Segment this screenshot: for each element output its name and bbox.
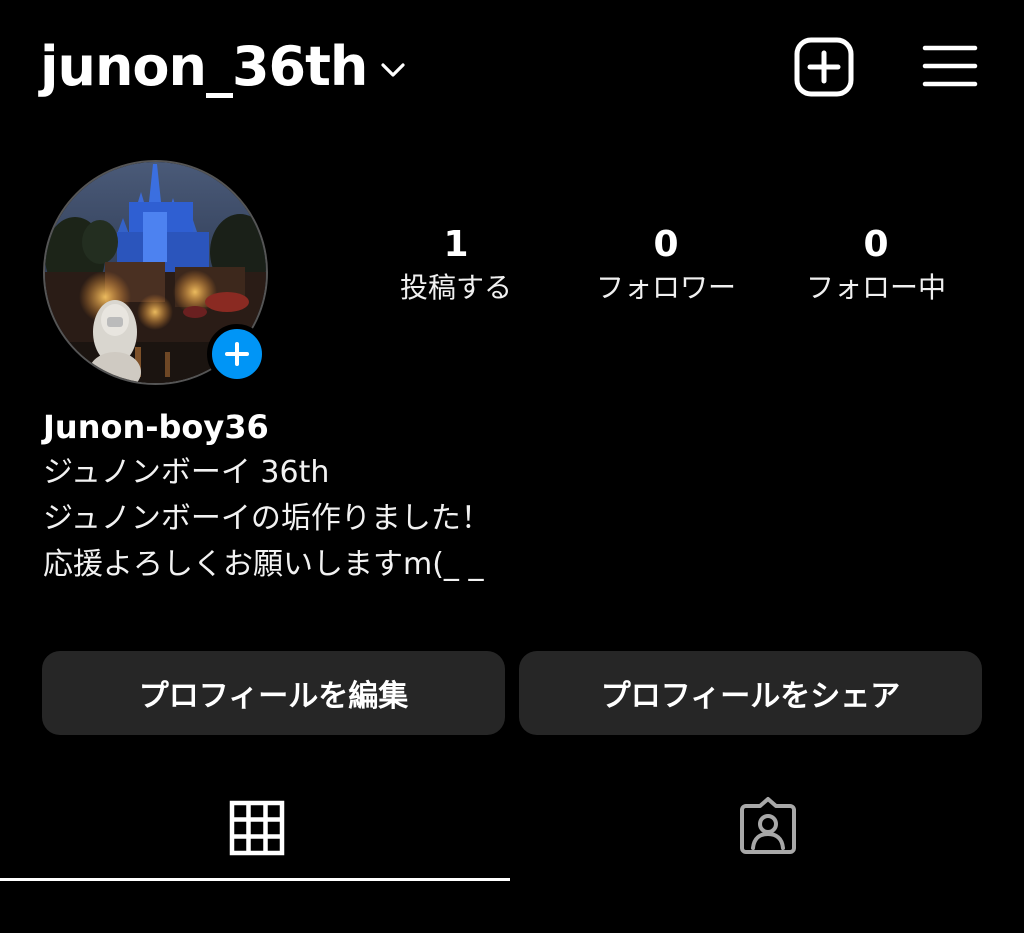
plus-square-icon[interactable] bbox=[794, 37, 854, 97]
profile-page: junon_36th 1 投稿する 0 フォロワー 0 フォロー中 Junon-… bbox=[0, 0, 1024, 933]
bio-line-3: 応援よろしくお願いしますm(_ _ bbox=[43, 547, 484, 582]
stat-posts[interactable]: 1 投稿する bbox=[356, 222, 556, 308]
followers-label: フォロワー bbox=[595, 271, 736, 304]
tab-posts[interactable] bbox=[0, 770, 512, 882]
plus-icon bbox=[225, 342, 249, 366]
top-bar: junon_36th bbox=[0, 0, 1024, 130]
stat-followers[interactable]: 0 フォロワー bbox=[566, 222, 766, 308]
username: junon_36th bbox=[40, 35, 368, 98]
bio-line-1: ジュノンボーイ 36th bbox=[43, 455, 330, 490]
tab-tagged[interactable] bbox=[512, 770, 1024, 882]
display-name: Junon-boy36 bbox=[43, 408, 269, 446]
hamburger-menu-icon[interactable] bbox=[922, 42, 978, 90]
bio-line-2: ジュノンボーイの垢作りました！ bbox=[43, 501, 491, 536]
followers-count: 0 bbox=[653, 224, 679, 265]
chevron-down-icon bbox=[381, 63, 405, 77]
avatar-container[interactable] bbox=[43, 160, 268, 385]
grid-icon bbox=[229, 800, 285, 856]
edit-profile-button[interactable]: プロフィールを編集 bbox=[42, 651, 505, 735]
add-story-button[interactable] bbox=[207, 324, 267, 384]
stat-following[interactable]: 0 フォロー中 bbox=[776, 222, 976, 308]
share-profile-button[interactable]: プロフィールをシェア bbox=[519, 651, 982, 735]
posts-label: 投稿する bbox=[399, 271, 512, 304]
active-tab-indicator bbox=[0, 878, 510, 881]
posts-count: 1 bbox=[443, 224, 469, 265]
following-count: 0 bbox=[863, 224, 889, 265]
tagged-person-icon bbox=[740, 797, 796, 854]
following-label: フォロー中 bbox=[805, 271, 946, 304]
account-switcher[interactable]: junon_36th bbox=[40, 30, 407, 104]
